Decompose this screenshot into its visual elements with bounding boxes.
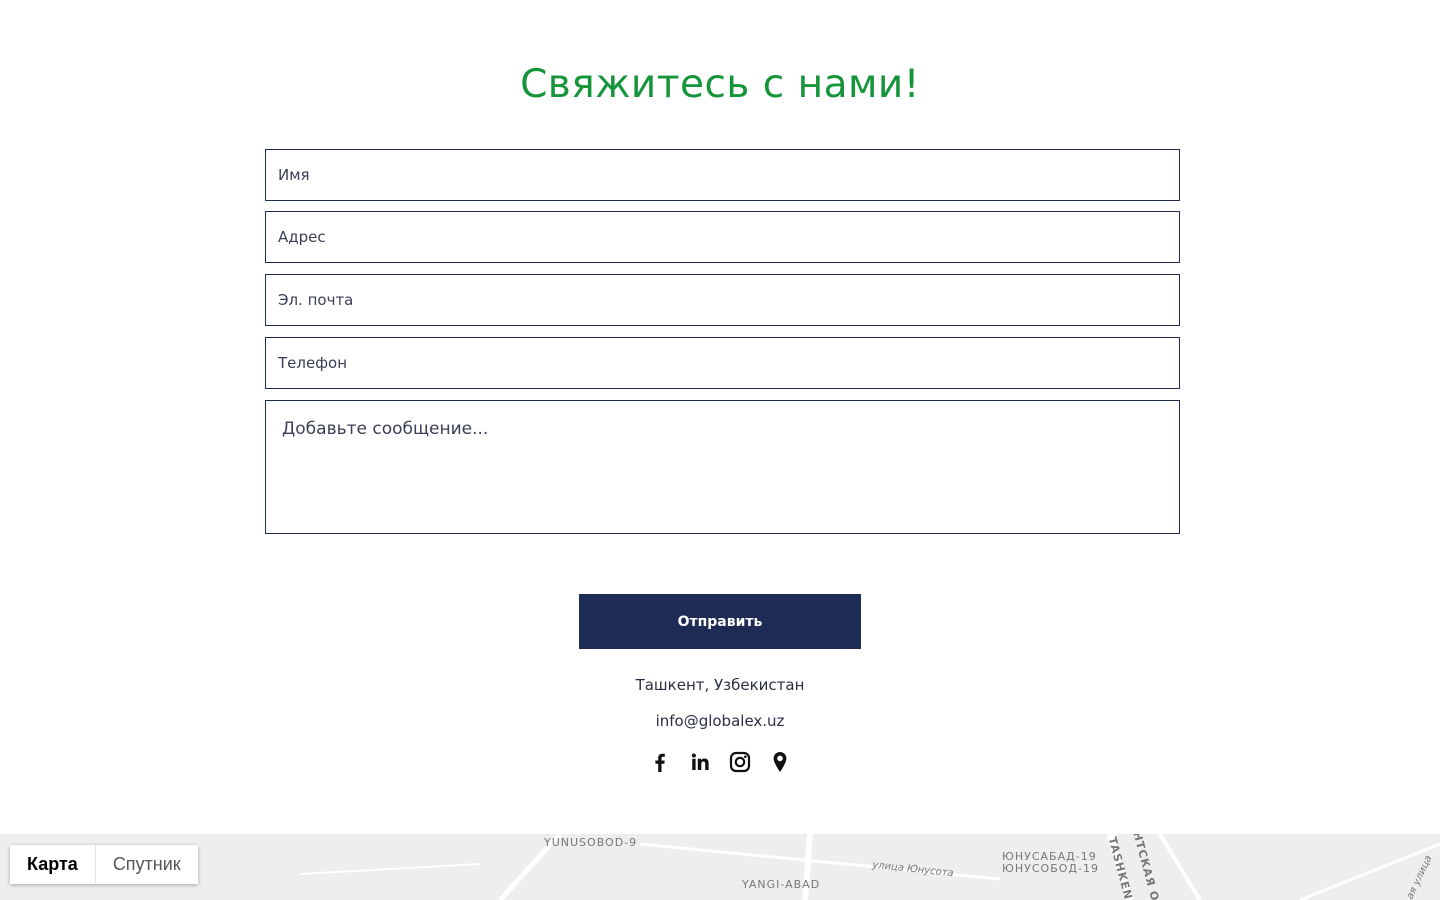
address-input[interactable] [265, 211, 1180, 263]
facebook-icon[interactable] [648, 750, 672, 774]
map-label-yunusobod-19: ЮНУСОБОД-19 [1002, 862, 1099, 875]
map-label-yunusobod-9: YUNUSOBOD-9 [544, 836, 638, 849]
instagram-icon[interactable] [728, 750, 752, 774]
name-input[interactable] [265, 149, 1180, 201]
email-input[interactable] [265, 274, 1180, 326]
map[interactable]: YUNUSOBOD-9 YANGI-ABAD улица Юнусота ЮНУ… [0, 834, 1440, 900]
linkedin-icon[interactable] [688, 750, 712, 774]
contact-page: Свяжитесь с нами! Отправить Ташкент, Узб… [0, 0, 1440, 900]
submit-button[interactable]: Отправить [579, 594, 861, 649]
map-type-toggle: Карта Спутник [10, 845, 198, 884]
page-title: Свяжитесь с нами! [520, 62, 920, 107]
map-view-button[interactable]: Карта [10, 845, 95, 884]
social-links [648, 749, 792, 775]
location-pin-icon[interactable] [768, 750, 792, 774]
location-text: Ташкент, Узбекистан [635, 676, 805, 694]
map-roads [299, 834, 1440, 900]
phone-input[interactable] [265, 337, 1180, 389]
message-textarea[interactable] [265, 400, 1180, 534]
satellite-view-button[interactable]: Спутник [94, 845, 198, 884]
email-link[interactable]: info@globalex.uz [0, 712, 1440, 730]
map-label-yangi-abad: YANGI-ABAD [742, 878, 821, 891]
